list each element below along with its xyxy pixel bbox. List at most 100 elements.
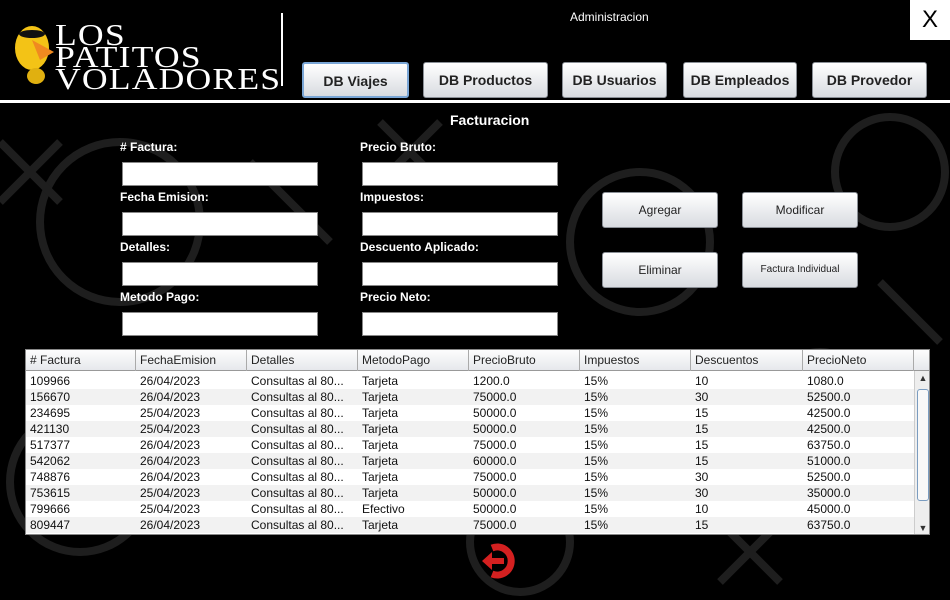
- table-row[interactable]: 799666 25/04/2023 Consultas al 80... Efecti…: [26, 501, 914, 517]
- table-cell: 30: [695, 470, 709, 484]
- field-input[interactable]: [122, 162, 318, 186]
- field-input[interactable]: [362, 312, 558, 336]
- table-cell: 15%: [584, 390, 609, 404]
- table-cell: 1200.0: [473, 374, 510, 388]
- table-header: # Factura FechaEmision Detalles MetodoPago P…: [26, 350, 929, 371]
- table-cell: 63750.0: [807, 438, 851, 452]
- column-header[interactable]: FechaEmision: [136, 350, 247, 371]
- duck-logo: [15, 26, 54, 84]
- table-cell: 35000.0: [807, 486, 851, 500]
- table-cell: 50000.0: [473, 486, 517, 500]
- field-input[interactable]: [362, 162, 558, 186]
- field-input[interactable]: [122, 262, 318, 286]
- table-cell: 15%: [584, 454, 609, 468]
- form-title: Facturacion: [450, 112, 530, 128]
- field-label: # Factura:: [120, 140, 178, 154]
- column-header[interactable]: MetodoPago: [358, 350, 469, 371]
- table-row[interactable]: 753615 25/04/2023 Consultas al 80... Tarjet…: [26, 485, 914, 501]
- field-label: Precio Neto:: [360, 290, 431, 304]
- table-cell: 26/04/2023: [140, 374, 201, 388]
- table-cell: 15%: [584, 438, 609, 452]
- table-cell: Consultas al 80...: [251, 518, 344, 532]
- column-header[interactable]: Impuestos: [580, 350, 691, 371]
- nav-db-empleados[interactable]: DB Empleados: [683, 62, 797, 98]
- delete-button[interactable]: Eliminar: [602, 252, 718, 288]
- table-cell: 10: [695, 374, 709, 388]
- table-cell: 25/04/2023: [140, 422, 201, 436]
- column-header[interactable]: PrecioNeto: [803, 350, 914, 371]
- invoice-button[interactable]: Factura Individual: [742, 252, 858, 288]
- table-row[interactable]: 748876 26/04/2023 Consultas al 80... Tarjet…: [26, 469, 914, 485]
- invoice-table[interactable]: # Factura FechaEmision Detalles MetodoPago P…: [25, 349, 930, 535]
- table-cell: Consultas al 80...: [251, 438, 344, 452]
- table-cell: 809447: [30, 518, 71, 532]
- nav-db-usuarios[interactable]: DB Usuarios: [562, 62, 667, 98]
- scroll-down-icon[interactable]: ▼: [915, 521, 929, 534]
- table-row[interactable]: 542062 26/04/2023 Consultas al 80... Tarjet…: [26, 453, 914, 469]
- table-cell: 15%: [584, 502, 609, 516]
- table-cell: Consultas al 80...: [251, 486, 344, 500]
- table-cell: 30: [695, 486, 709, 500]
- header-divider: [0, 100, 950, 103]
- field-label: Detalles:: [120, 240, 171, 254]
- logo: LOS PATITOS VOLADORES: [10, 10, 280, 94]
- table-cell: 15: [695, 518, 709, 532]
- close-button[interactable]: X: [910, 0, 950, 40]
- table-cell: 542062: [30, 454, 71, 468]
- table-cell: 109966: [30, 374, 71, 388]
- table-cell: 30: [695, 390, 709, 404]
- table-cell: 51000.0: [807, 454, 851, 468]
- table-cell: 50000.0: [473, 422, 517, 436]
- table-cell: 799666: [30, 502, 71, 516]
- table-cell: Consultas al 80...: [251, 390, 344, 404]
- table-cell: Consultas al 80...: [251, 374, 344, 388]
- table-cell: 517377: [30, 438, 71, 452]
- table-cell: 42500.0: [807, 422, 851, 436]
- table-cell: 45000.0: [807, 502, 851, 516]
- field-label: Fecha Emision:: [120, 190, 209, 204]
- table-cell: 15%: [584, 422, 609, 436]
- table-cell: 15%: [584, 470, 609, 484]
- table-cell: Tarjeta: [362, 390, 399, 404]
- table-cell: 15%: [584, 518, 609, 532]
- table-cell: 26/04/2023: [140, 470, 201, 484]
- table-row[interactable]: 517377 26/04/2023 Consultas al 80... Tarjet…: [26, 437, 914, 453]
- column-header[interactable]: # Factura: [26, 350, 136, 371]
- table-cell: 753615: [30, 486, 71, 500]
- table-cell: 75000.0: [473, 438, 517, 452]
- table-cell: 25/04/2023: [140, 406, 201, 420]
- logo-line: VOLADORES: [55, 61, 282, 96]
- scroll-up-icon[interactable]: ▲: [915, 371, 929, 385]
- table-cell: 748876: [30, 470, 71, 484]
- field-input[interactable]: [122, 212, 318, 236]
- table-row[interactable]: 421130 25/04/2023 Consultas al 80... Tarjet…: [26, 421, 914, 437]
- column-header[interactable]: Detalles: [247, 350, 358, 371]
- field-input[interactable]: [122, 312, 318, 336]
- table-cell: Tarjeta: [362, 438, 399, 452]
- table-cell: 234695: [30, 406, 71, 420]
- nav-db-productos[interactable]: DB Productos: [423, 62, 548, 98]
- field-input[interactable]: [362, 212, 558, 236]
- table-row[interactable]: 156670 26/04/2023 Consultas al 80... Tarjet…: [26, 389, 914, 405]
- table-cell: Tarjeta: [362, 454, 399, 468]
- add-button[interactable]: Agregar: [602, 192, 718, 228]
- table-cell: 10: [695, 502, 709, 516]
- column-header[interactable]: PrecioBruto: [469, 350, 580, 371]
- table-row[interactable]: 234695 25/04/2023 Consultas al 80... Tarjet…: [26, 405, 914, 421]
- table-row[interactable]: 109966 26/04/2023 Consultas al 80... Tarjet…: [26, 373, 914, 389]
- table-cell: Consultas al 80...: [251, 406, 344, 420]
- table-cell: 50000.0: [473, 406, 517, 420]
- scrollbar[interactable]: ▲ ▼: [914, 371, 929, 534]
- divider: [281, 13, 283, 86]
- table-row[interactable]: 809447 26/04/2023 Consultas al 80... Tarjet…: [26, 517, 914, 533]
- nav-db-viajes[interactable]: DB Viajes: [302, 62, 409, 98]
- modify-button[interactable]: Modificar: [742, 192, 858, 228]
- scroll-thumb[interactable]: [917, 389, 929, 501]
- column-header[interactable]: Descuentos: [691, 350, 803, 371]
- logout-icon[interactable]: [478, 540, 528, 580]
- table-cell: 26/04/2023: [140, 390, 201, 404]
- table-cell: 1080.0: [807, 374, 844, 388]
- field-input[interactable]: [362, 262, 558, 286]
- table-cell: 75000.0: [473, 470, 517, 484]
- nav-db-provedor[interactable]: DB Provedor: [812, 62, 927, 98]
